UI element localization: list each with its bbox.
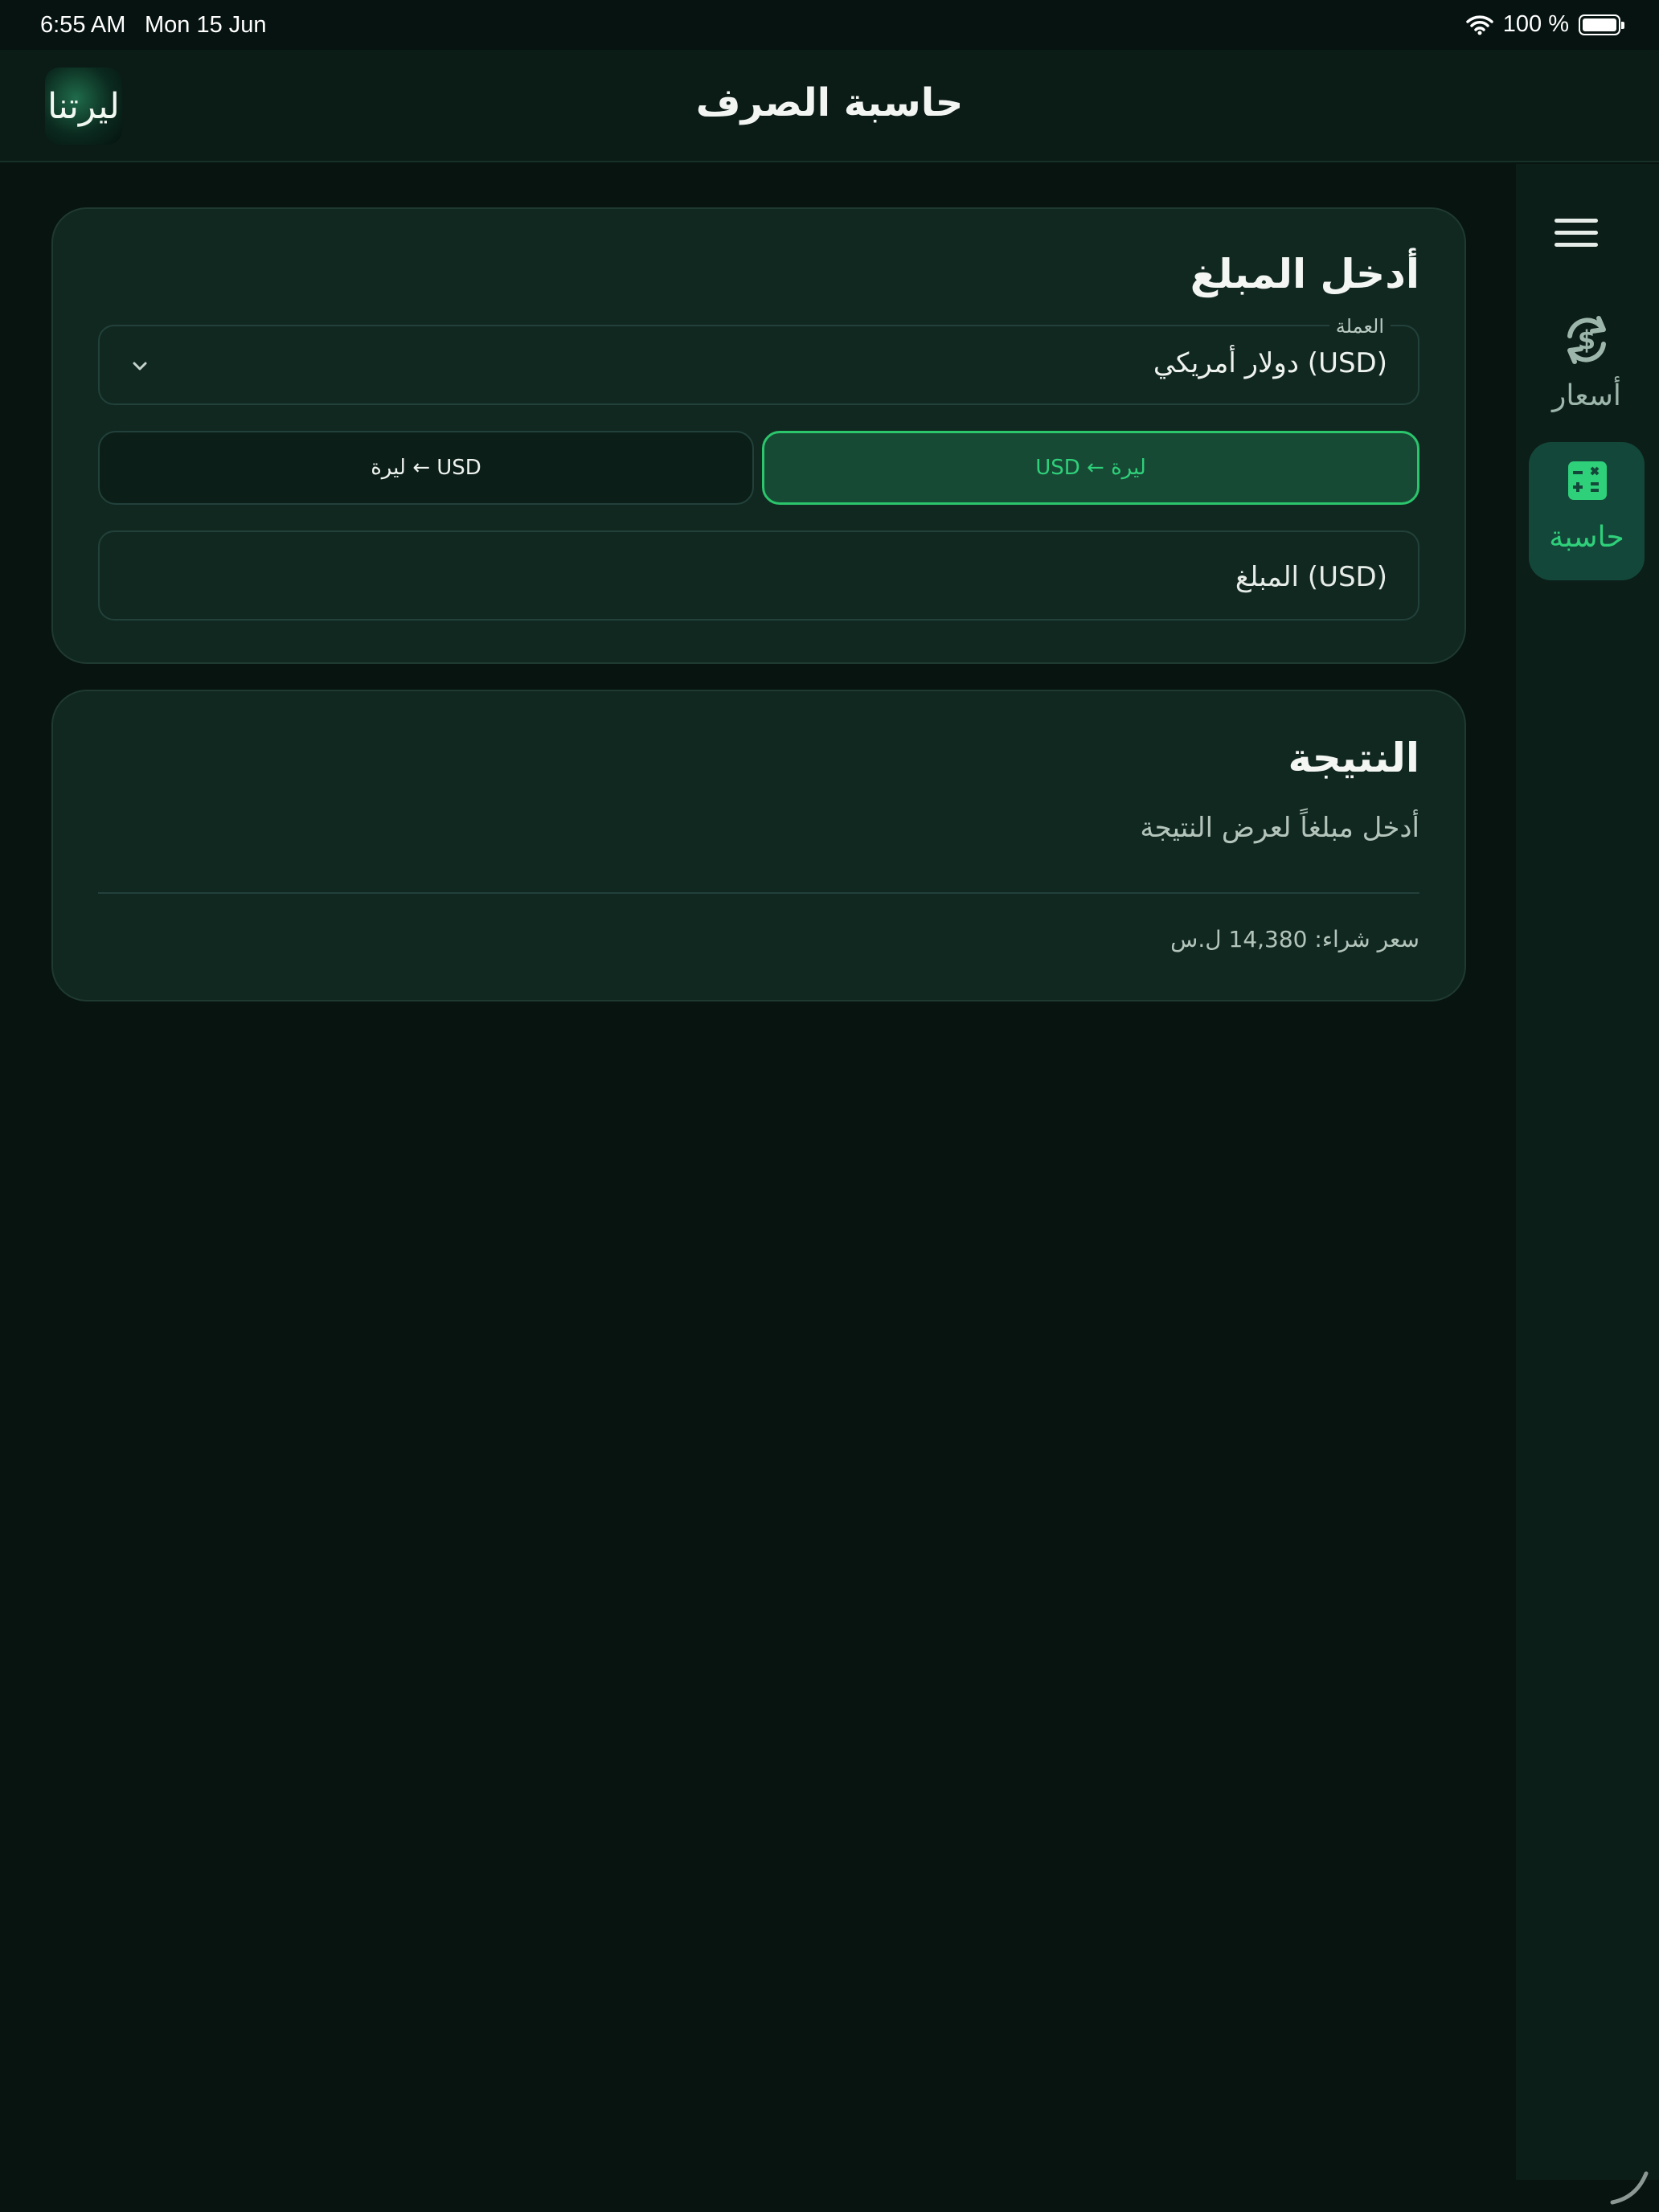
input-card-title: أدخل المبلغ (1190, 251, 1419, 297)
page-title: حاسبة الصرف (695, 80, 964, 125)
result-card-title: النتيجة (1288, 735, 1419, 781)
currency-selected-value: دولار أمريكي (USD) (1153, 347, 1387, 379)
buy-rate-text: سعر شراء: 14,380 ل.س (1170, 926, 1419, 952)
battery-percent: 100 % (1502, 11, 1569, 37)
direction-usd-to-lira-button[interactable]: USD ← ليرة (762, 431, 1419, 505)
rail-label-calculator: حاسبة (1549, 521, 1624, 554)
amount-placeholder: المبلغ (USD) (1235, 561, 1387, 593)
resize-handle-icon (1610, 2171, 1649, 2205)
status-indicators: 100 % (1466, 11, 1624, 38)
battery-icon (1579, 14, 1624, 35)
direction-lira-to-usd-button[interactable]: ليرة ← USD (98, 431, 754, 505)
rail-item-rates[interactable]: $ أسعار (1529, 301, 1645, 439)
side-navigation-rail: $ أسعار حاسبة (1516, 164, 1659, 2180)
rail-label-rates: أسعار (1552, 379, 1621, 412)
dollar-exchange-icon: $ (1567, 316, 1606, 364)
result-card: النتيجة أدخل مبلغاً لعرض النتيجة سعر شرا… (51, 690, 1466, 1002)
amount-input[interactable]: المبلغ (USD) (98, 530, 1419, 621)
divider (98, 892, 1419, 894)
status-bar: 6:55 AM Mon 15 Jun 100 % (0, 0, 1659, 50)
status-time: 6:55 AM (40, 12, 126, 38)
currency-legend: العملة (1329, 315, 1391, 338)
rail-item-calculator[interactable]: حاسبة (1529, 442, 1645, 580)
app-header: ليرتنا حاسبة الصرف (0, 50, 1659, 162)
status-date: Mon 15 Jun (145, 12, 267, 38)
currency-select[interactable]: العملة دولار أمريكي (USD) (98, 315, 1419, 405)
amount-input-card: أدخل المبلغ العملة دولار أمريكي (USD) US… (51, 207, 1466, 664)
calculator-icon (1568, 461, 1607, 500)
result-hint: أدخل مبلغاً لعرض النتيجة (1140, 812, 1419, 844)
svg-text:$: $ (1578, 325, 1596, 355)
chevron-down-icon (133, 362, 147, 371)
direction-inactive-label: ليرة ← USD (371, 456, 481, 480)
hamburger-menu-icon[interactable] (1555, 219, 1598, 251)
direction-active-label: USD ← ليرة (1035, 456, 1146, 480)
wifi-icon (1466, 14, 1493, 35)
